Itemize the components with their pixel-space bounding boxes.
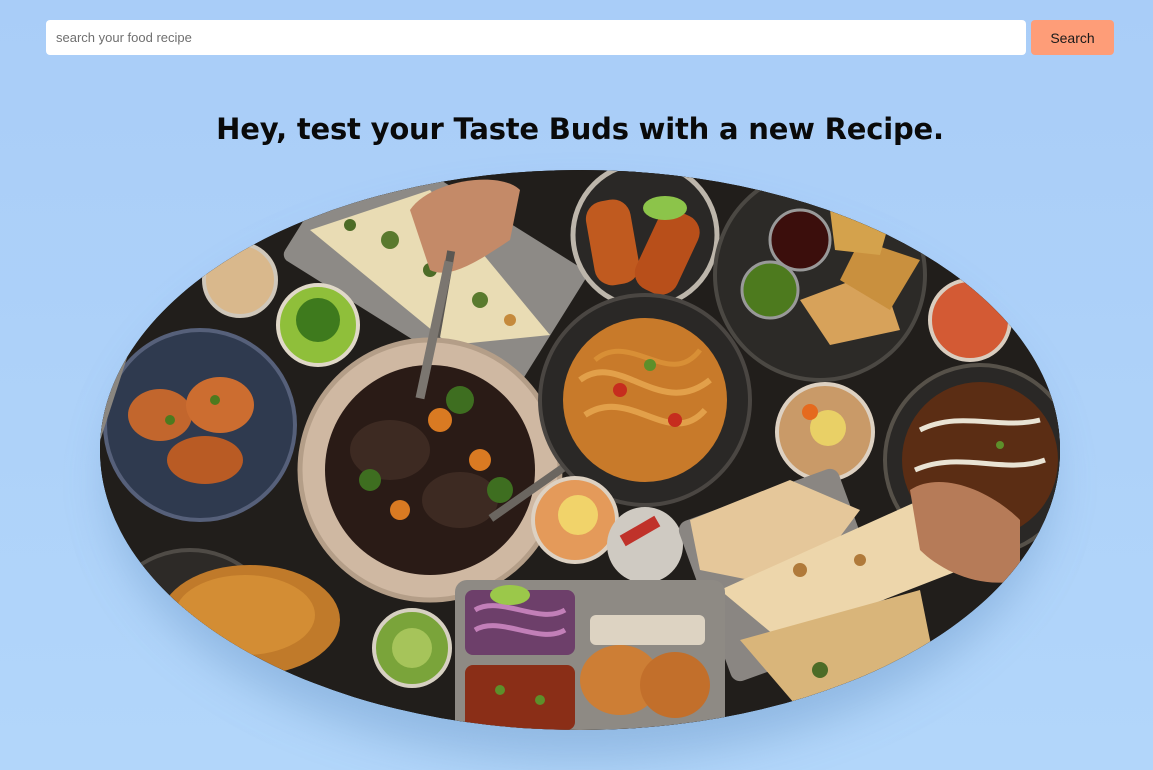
pav-bhaji-tray: [455, 580, 725, 730]
search-button[interactable]: Search: [1031, 20, 1114, 55]
corn-plate: [570, 170, 720, 310]
page-title: Hey, test your Taste Buds with a new Rec…: [216, 112, 944, 146]
hero-food-image: [100, 170, 1060, 730]
drink-right: [928, 278, 1012, 362]
chutney-bowl: [372, 608, 452, 688]
cocktail-glass: [775, 382, 875, 482]
search-bar: Search: [46, 20, 1114, 55]
search-input[interactable]: [46, 20, 1026, 55]
hero: [100, 170, 1060, 760]
noodle-bowl: [538, 293, 752, 507]
samosa-plate: [713, 170, 927, 382]
